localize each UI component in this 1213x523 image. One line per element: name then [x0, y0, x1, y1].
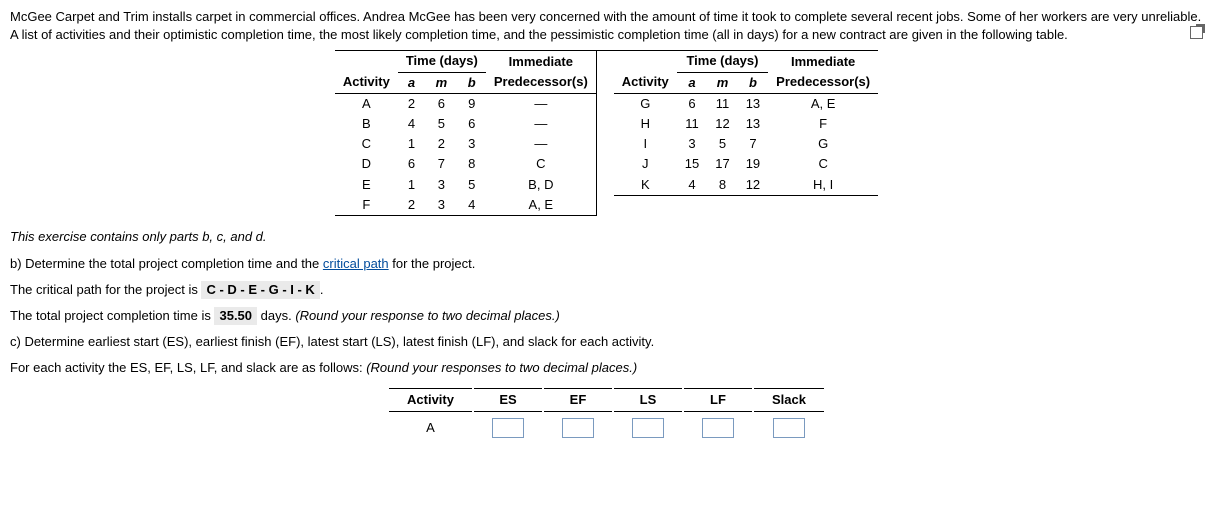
critical-path-answer: The critical path for the project is C -…: [10, 281, 1203, 299]
critical-path-value: C - D - E - G - I - K: [201, 281, 319, 299]
pred-header-left-top: Immediate: [486, 51, 596, 72]
col-b-right: b: [738, 72, 768, 93]
ls-input[interactable]: [632, 418, 664, 438]
pred-header-right-top: Immediate: [768, 51, 878, 72]
slack-input[interactable]: [773, 418, 805, 438]
part-c-intro: For each activity the ES, EF, LS, LF, an…: [10, 359, 1203, 377]
col-m-left: m: [425, 72, 457, 93]
ans-col-es: ES: [474, 388, 542, 412]
answer-activity-label: A: [389, 414, 472, 442]
answer-table: Activity ES EF LS LF Slack A: [387, 386, 826, 444]
ans-col-activity: Activity: [389, 388, 472, 412]
ans-col-ls: LS: [614, 388, 682, 412]
completion-time-value: 35.50: [214, 307, 257, 325]
popout-icon[interactable]: [1190, 26, 1203, 39]
data-tables: Time (days) Immediate Time (days) Immedi…: [10, 50, 1203, 216]
col-m-right: m: [707, 72, 737, 93]
col-b-left: b: [458, 72, 486, 93]
col-a-right: a: [677, 72, 707, 93]
part-c-question: c) Determine earliest start (ES), earlie…: [10, 333, 1203, 351]
part-b-question: b) Determine the total project completio…: [10, 255, 1203, 273]
ans-col-ef: EF: [544, 388, 612, 412]
answer-table-wrap: Activity ES EF LS LF Slack A: [10, 386, 1203, 444]
pred-header-left: Predecessor(s): [486, 72, 596, 93]
activity-header-left: Activity: [335, 72, 398, 93]
time-header-left: Time (days): [398, 51, 486, 72]
activity-table: Time (days) Immediate Time (days) Immedi…: [335, 50, 878, 216]
completion-time-answer: The total project completion time is 35.…: [10, 307, 1203, 325]
intro-text: McGee Carpet and Trim installs carpet in…: [10, 9, 1201, 42]
col-a-left: a: [398, 72, 425, 93]
ans-col-lf: LF: [684, 388, 752, 412]
es-input[interactable]: [492, 418, 524, 438]
problem-intro: McGee Carpet and Trim installs carpet in…: [10, 8, 1203, 44]
ef-input[interactable]: [562, 418, 594, 438]
lf-input[interactable]: [702, 418, 734, 438]
time-header-right: Time (days): [677, 51, 768, 72]
answer-row-a: A: [389, 414, 824, 442]
critical-path-link[interactable]: critical path: [323, 256, 389, 271]
ans-col-slack: Slack: [754, 388, 824, 412]
pred-header-right: Predecessor(s): [768, 72, 878, 93]
parts-note: This exercise contains only parts b, c, …: [10, 228, 1203, 246]
activity-header-right: Activity: [614, 72, 677, 93]
